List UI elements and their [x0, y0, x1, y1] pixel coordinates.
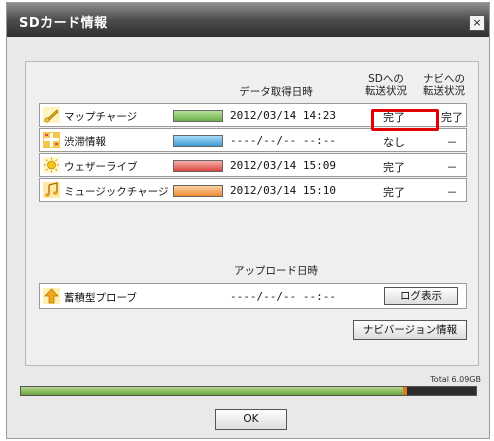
content-row-weather-live: ウェザーライブ 2012/03/14 15:09 完了 － — [39, 153, 467, 177]
header-navi-line1: ナビへの — [423, 73, 465, 85]
ok-button[interactable]: OK — [215, 409, 287, 430]
weather-sun-icon — [43, 157, 60, 173]
row-color-bar — [173, 185, 223, 197]
row-sd-status: 完了 — [383, 161, 405, 174]
music-note-icon — [43, 182, 60, 198]
header-sd-status: SDへの 転送状況 — [358, 73, 414, 97]
row-sd-status: なし — [383, 136, 405, 149]
row-label: 渋滞情報 — [64, 136, 106, 148]
content-row-traffic: 渋滞情報 ----/--/-- --:-- なし － — [39, 128, 467, 152]
row-label: ウェザーライブ — [64, 161, 138, 173]
log-view-button[interactable]: ログ表示 — [384, 287, 458, 305]
row-color-bar — [173, 135, 223, 147]
row-color-bar — [173, 110, 223, 122]
header-date: データ取得日時 — [239, 86, 313, 98]
storage-marker — [403, 387, 408, 395]
row-date: ----/--/-- --:-- — [230, 290, 336, 303]
row-navi-status: － — [446, 161, 458, 174]
row-label: 蓄積型プローブ — [64, 292, 137, 304]
title-bar: SDカード情報 × — [7, 3, 489, 37]
navi-status-highlight — [371, 109, 439, 131]
traffic-icon — [43, 132, 60, 148]
row-date: 2012/03/14 15:09 — [230, 159, 336, 172]
info-panel: データ取得日時 SDへの 転送状況 ナビへの 転送状況 マップチャージ 2012… — [25, 61, 479, 366]
row-navi-status: － — [446, 186, 458, 199]
storage-usage-bar — [20, 386, 477, 396]
row-date: ----/--/-- --:-- — [230, 134, 336, 147]
row-label: ミュージックチャージ — [64, 186, 169, 198]
navi-version-info-button[interactable]: ナビバージョン情報 — [353, 320, 467, 340]
row-color-bar — [173, 160, 223, 172]
header-sd-line1: SDへの — [368, 73, 404, 85]
sd-card-info-dialog: SDカード情報 × データ取得日時 SDへの 転送状況 ナビへの 転送状況 マッ… — [6, 2, 490, 439]
header-sd-line2: 転送状況 — [365, 85, 407, 97]
header-navi-status: ナビへの 転送状況 — [414, 73, 474, 97]
close-button[interactable]: × — [469, 15, 485, 31]
row-navi-status: － — [446, 136, 458, 149]
row-label: マップチャージ — [64, 111, 138, 123]
content-row-probe-upload: 蓄積型プローブ ----/--/-- --:-- ログ表示 — [39, 283, 467, 309]
header-navi-line2: 転送状況 — [423, 85, 465, 97]
window-title: SDカード情報 — [19, 16, 108, 31]
row-sd-status: 完了 — [383, 186, 405, 199]
storage-used-fill — [21, 387, 404, 395]
header-upload-date: アップロード日時 — [234, 265, 318, 277]
content-row-music-charge: ミュージックチャージ 2012/03/14 15:10 完了 － — [39, 178, 467, 202]
row-date: 2012/03/14 15:10 — [230, 184, 336, 197]
row-date: 2012/03/14 14:23 — [230, 109, 336, 122]
storage-total-label: Total 6.09GB — [430, 375, 481, 384]
map-icon — [43, 107, 60, 123]
upload-arrow-icon — [43, 288, 60, 304]
